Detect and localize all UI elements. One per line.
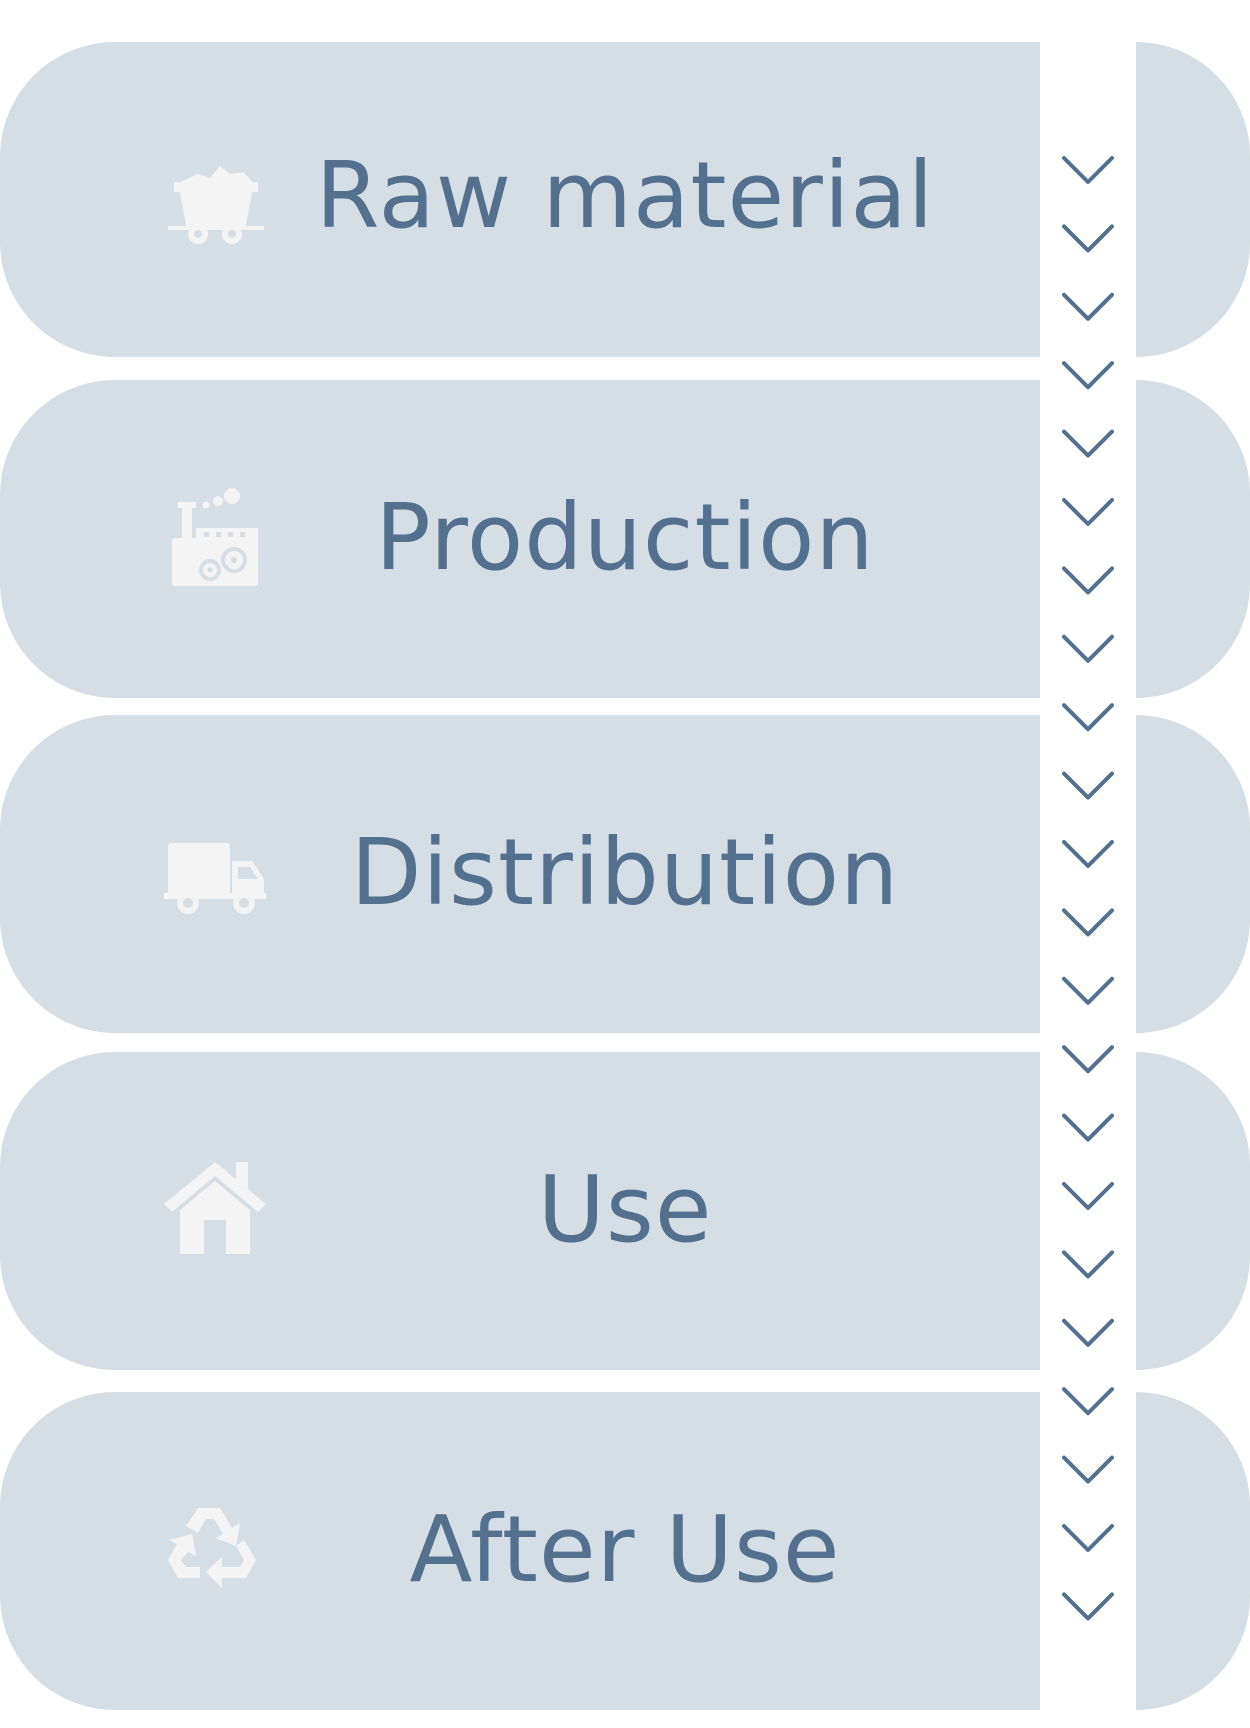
stage-card-production: Production: [0, 380, 1040, 698]
stage-card-raw-material: Raw material: [0, 42, 1040, 357]
stage-card-use: Use: [0, 1052, 1040, 1370]
chevron-down-icon: [1062, 361, 1114, 390]
chevron-down-icon: [1062, 976, 1114, 1005]
chevron-down-icon: [1062, 634, 1114, 663]
stage-label: Raw material: [315, 142, 935, 249]
chevron-down-icon: [1062, 1592, 1114, 1621]
stage-cap-production: [1136, 380, 1250, 698]
delivery-truck-icon: [160, 817, 270, 927]
stage-label: Production: [375, 484, 875, 591]
stage-label: After Use: [409, 1496, 841, 1603]
chevron-down-icon: [1062, 1182, 1114, 1210]
stage-label: Use: [537, 1156, 713, 1263]
factory-icon: [160, 482, 270, 592]
chevron-down-icon: [1062, 1250, 1114, 1279]
chevron-down-icon: [1062, 1524, 1114, 1552]
chevron-down-icon: [1062, 566, 1114, 595]
stage-cap-use: [1136, 1052, 1250, 1370]
house-icon: [160, 1154, 270, 1264]
stage-card-distribution: Distribution: [0, 715, 1040, 1033]
chevron-down-icon: [1062, 1387, 1114, 1416]
chevron-column: [1062, 156, 1114, 1621]
lifecycle-diagram: Raw material Production Distribution Use…: [0, 0, 1250, 1728]
chevron-down-icon: [1062, 1045, 1114, 1074]
mine-cart-icon: [160, 144, 270, 254]
chevron-down-icon: [1062, 908, 1114, 937]
chevron-down-icon: [1062, 224, 1114, 253]
chevron-down-icon: [1062, 498, 1114, 526]
chevron-down-icon: [1062, 156, 1114, 184]
stage-cap-distribution: [1136, 715, 1250, 1033]
chevron-down-icon: [1062, 429, 1114, 458]
stage-cap-after-use: [1136, 1392, 1250, 1710]
stage-card-after-use: After Use: [0, 1392, 1040, 1710]
chevron-down-icon: [1062, 292, 1114, 321]
stage-label: Distribution: [350, 819, 900, 926]
stage-cap-raw-material: [1136, 42, 1250, 357]
chevron-down-icon: [1062, 1318, 1114, 1347]
flow-indicator: [1040, 0, 1136, 1728]
recycle-icon: [160, 1494, 270, 1604]
chevron-down-icon: [1062, 1113, 1114, 1142]
chevron-down-icon: [1062, 1455, 1114, 1484]
chevron-down-icon: [1062, 771, 1114, 800]
chevron-down-icon: [1062, 840, 1114, 868]
chevron-down-icon: [1062, 703, 1114, 732]
